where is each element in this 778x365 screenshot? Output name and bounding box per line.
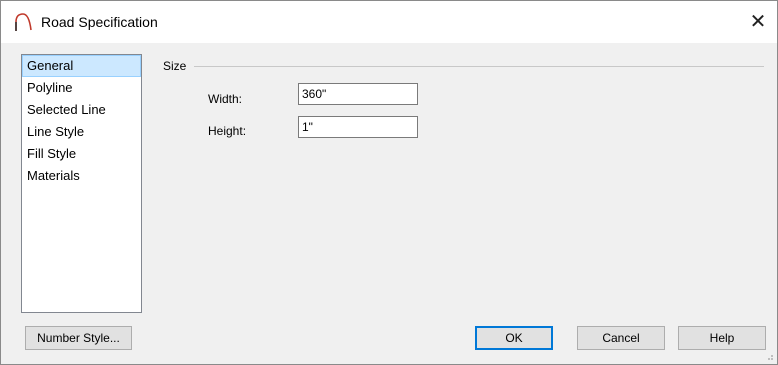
- number-style-button[interactable]: Number Style...: [25, 326, 132, 350]
- resize-grip-icon[interactable]: [764, 351, 774, 361]
- window-title: Road Specification: [41, 14, 158, 30]
- title-bar[interactable]: Road Specification ✕: [1, 1, 777, 43]
- cancel-button[interactable]: Cancel: [577, 326, 665, 350]
- nav-item-general[interactable]: General: [22, 55, 141, 77]
- nav-item-selected-line[interactable]: Selected Line: [22, 99, 141, 121]
- nav-item-line-style[interactable]: Line Style: [22, 121, 141, 143]
- height-input[interactable]: [298, 116, 418, 138]
- nav-item-materials[interactable]: Materials: [22, 165, 141, 187]
- close-icon: ✕: [749, 11, 767, 33]
- width-input[interactable]: [298, 83, 418, 105]
- nav-item-fill-style[interactable]: Fill Style: [22, 143, 141, 165]
- nav-item-polyline[interactable]: Polyline: [22, 77, 141, 99]
- size-group-label: Size: [163, 59, 187, 73]
- height-label: Height:: [208, 124, 247, 138]
- close-button[interactable]: ✕: [745, 9, 771, 35]
- help-button[interactable]: Help: [678, 326, 766, 350]
- road-arc-icon: [15, 13, 32, 31]
- width-label: Width:: [208, 92, 243, 106]
- group-divider: [194, 66, 764, 67]
- road-specification-dialog: Road Specification ✕ General Polyline Se…: [0, 0, 778, 365]
- ok-button[interactable]: OK: [475, 326, 553, 350]
- category-list[interactable]: General Polyline Selected Line Line Styl…: [21, 54, 142, 313]
